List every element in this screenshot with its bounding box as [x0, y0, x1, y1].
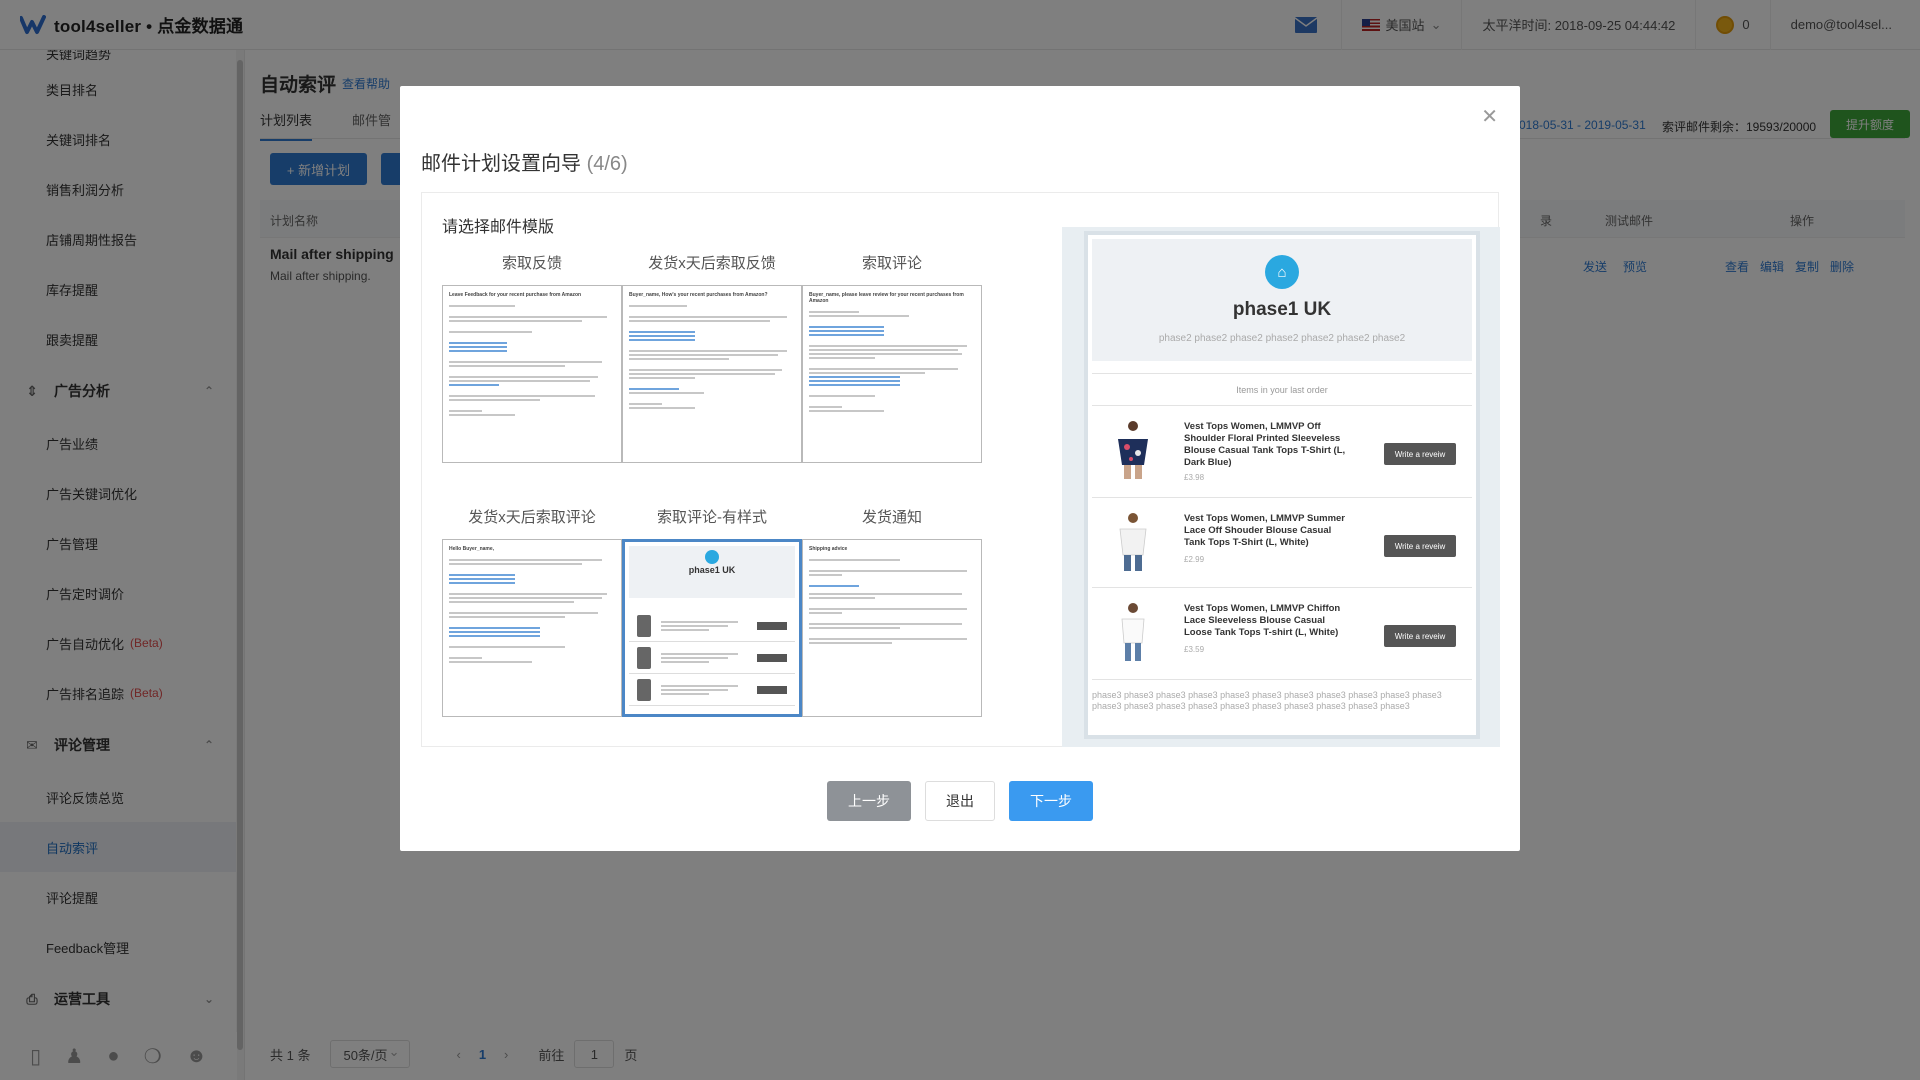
mail-plan-wizard-modal: ✕ 邮件计划设置向导 (4/6) 请选择邮件模版 索取反馈 Leave Feed… — [400, 86, 1520, 851]
preview-shop-name: phase1 UK — [1232, 299, 1332, 320]
close-icon[interactable]: ✕ — [1481, 104, 1498, 129]
product-price: £2.99 — [1184, 555, 1205, 564]
template-review-styled[interactable]: 索取评论-有样式 phase1 UK — [622, 507, 802, 717]
divider — [1092, 405, 1472, 406]
divider — [1092, 679, 1472, 680]
divider — [1092, 373, 1472, 374]
exit-button[interactable]: 退出 — [925, 781, 995, 821]
previous-step-button[interactable]: 上一步 — [827, 781, 911, 821]
product-title: Vest Tops Women, LMMVP Off Shoulder Flor… — [1184, 421, 1346, 468]
mini-shop-name: phase1 UK — [688, 565, 736, 575]
product-image — [1119, 513, 1147, 571]
template-title: 发货通知 — [861, 509, 922, 526]
product-image — [1118, 421, 1148, 479]
product-title: Vest Tops Women, LMMVP Summer Lace Off S… — [1184, 513, 1346, 548]
thumb-heading: Shipping advice — [809, 546, 848, 552]
modal-title: 邮件计划设置向导 (4/6) — [421, 147, 628, 176]
product-price: £3.98 — [1184, 473, 1205, 482]
template-thumbnail[interactable]: Buyer_name, How's your recent purchases … — [622, 285, 802, 463]
basket-icon: ⌂ — [1265, 255, 1299, 289]
template-thumbnail[interactable]: Leave Feedback for your recent purchase … — [442, 285, 622, 463]
preview-footer: phase3 phase3 phase3 phase3 phase3 phase… — [1092, 690, 1442, 711]
product-title: Vest Tops Women, LMMVP Chiffon Lace Slee… — [1184, 603, 1341, 638]
mini-header: phase1 UK — [629, 546, 795, 598]
preview-header: ⌂ phase1 UK phase2 phase2 phase2 phase2 … — [1092, 239, 1472, 361]
template-thumbnail[interactable]: Shipping advice — [802, 539, 982, 717]
wizard-title: 邮件计划设置向导 — [421, 153, 581, 175]
last-order-label: Items in your last order — [1236, 385, 1328, 395]
template-review-after-days[interactable]: 发货x天后索取评论 Hello Buyer_name, — [442, 507, 622, 717]
template-thumbnail[interactable]: Hello Buyer_name, — [442, 539, 622, 717]
template-title: 发货x天后索取反馈 — [648, 255, 776, 272]
template-review[interactable]: 索取评论 Buyer_name, please leave review for… — [802, 253, 982, 463]
divider — [1092, 587, 1472, 588]
thumb-heading: Buyer_name, How's your recent purchases … — [629, 292, 768, 298]
template-thumbnail-selected[interactable]: phase1 UK — [622, 539, 802, 717]
wizard-step: (4/6) — [586, 153, 628, 175]
write-review-button[interactable]: Write a reveiw — [1384, 443, 1456, 465]
preview-item: Vest Tops Women, LMMVP Summer Lace Off S… — [1092, 501, 1472, 587]
preview-subtitle: phase2 phase2 phase2 phase2 phase2 phase… — [1158, 333, 1406, 344]
product-price: £3.59 — [1184, 645, 1205, 654]
preview-item: Vest Tops Women, LMMVP Off Shoulder Flor… — [1092, 409, 1472, 495]
basket-icon — [705, 550, 719, 564]
thumb-heading: Buyer_name, please leave review for your… — [809, 292, 964, 304]
preview-frame[interactable]: ⌂ phase1 UK phase2 phase2 phase2 phase2 … — [1084, 231, 1480, 739]
modal-body: 请选择邮件模版 索取反馈 Leave Feedback for your rec… — [421, 192, 1500, 747]
divider — [1092, 497, 1472, 498]
product-image — [1121, 603, 1145, 661]
write-review-button[interactable]: Write a reveiw — [1384, 535, 1456, 557]
preview-item: Vest Tops Women, LMMVP Chiffon Lace Slee… — [1092, 591, 1472, 677]
thumb-heading: Leave Feedback for your recent purchase … — [449, 292, 582, 298]
write-review-button[interactable]: Write a reveiw — [1384, 625, 1456, 647]
template-title: 索取评论 — [861, 255, 922, 272]
template-shipping-notice[interactable]: 发货通知 Shipping advice — [802, 507, 982, 717]
template-preview: ⌂ phase1 UK phase2 phase2 phase2 phase2 … — [1062, 227, 1500, 747]
template-thumbnail[interactable]: Buyer_name, please leave review for your… — [802, 285, 982, 463]
template-title: 发货x天后索取评论 — [468, 509, 596, 526]
template-feedback[interactable]: 索取反馈 Leave Feedback for your recent purc… — [442, 253, 622, 463]
choose-template-label: 请选择邮件模版 — [442, 219, 555, 236]
next-step-button[interactable]: 下一步 — [1009, 781, 1093, 821]
template-title: 索取反馈 — [501, 255, 562, 272]
template-feedback-after-days[interactable]: 发货x天后索取反馈 Buyer_name, How's your recent … — [622, 253, 802, 463]
thumb-heading: Hello Buyer_name, — [449, 546, 495, 552]
template-title: 索取评论-有样式 — [657, 509, 767, 526]
